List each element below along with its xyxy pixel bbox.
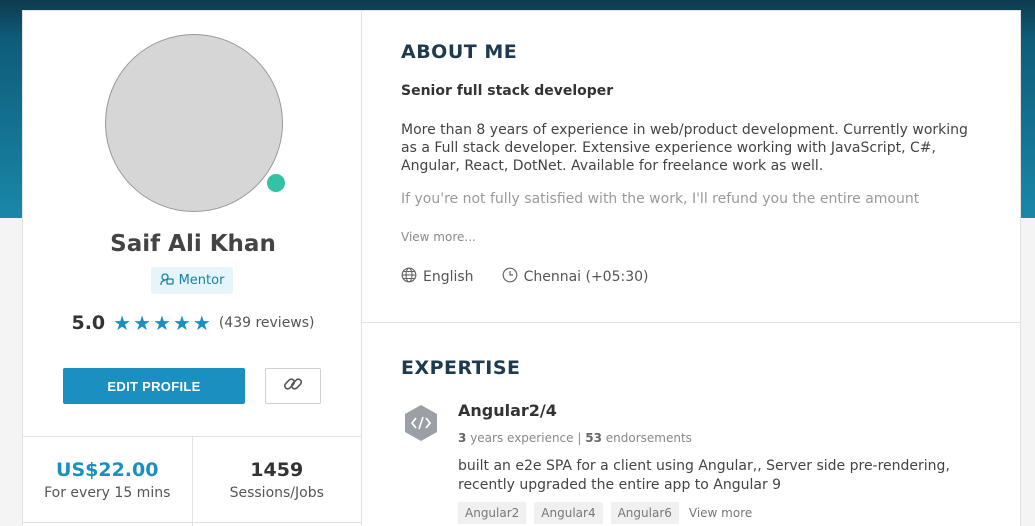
skill-description: built an e2e SPA for a client using Angu… (458, 458, 950, 493)
sessions-label: Sessions/Jobs (229, 485, 324, 501)
skill-tag[interactable]: Angular6 (610, 502, 679, 524)
view-more-link[interactable]: View more... (401, 230, 476, 244)
online-status-indicator (267, 174, 285, 192)
about-meta: English Chennai (+05:30) (401, 267, 649, 287)
avatar[interactable] (105, 34, 283, 212)
sessions-value: 1459 (250, 459, 304, 481)
price-stat: US$22.00 For every 15 mins (23, 437, 192, 526)
star-icon: ★ (192, 311, 211, 335)
star-rating: ★ ★ ★ ★ ★ (113, 313, 211, 333)
edit-profile-button[interactable]: EDIT PROFILE (63, 368, 245, 404)
star-icon: ★ (113, 311, 132, 335)
skill-endorsements: 53 (585, 431, 602, 445)
mentor-badge-label: Mentor (178, 273, 225, 288)
tags-view-more-link[interactable]: View more (687, 506, 752, 520)
expertise-title: EXPERTISE (401, 357, 521, 379)
star-icon: ★ (153, 311, 171, 335)
about-bio-truncated: If you're not fully satisfied with the w… (401, 191, 920, 207)
mentor-badge: Mentor (151, 267, 233, 294)
price-label: For every 15 mins (44, 485, 171, 501)
profile-card: Saif Ali Khan Mentor 5.0 ★ ★ ★ ★ ★ (439 … (22, 10, 362, 526)
divider (23, 522, 361, 523)
skill-name: Angular2/4 (458, 401, 557, 420)
star-icon: ★ (172, 311, 191, 335)
skill-tag[interactable]: Angular4 (534, 502, 603, 524)
about-bio: More than 8 years of experience in web/p… (401, 122, 968, 174)
clock-icon (502, 267, 518, 287)
rating-row: 5.0 ★ ★ ★ ★ ★ (439 reviews) (23, 311, 363, 335)
share-link-button[interactable] (265, 368, 321, 404)
stats-row: US$22.00 For every 15 mins 1459 Sessions… (23, 436, 361, 526)
profile-name: Saif Ali Khan (110, 231, 276, 257)
skill-meta: 3 years experience | 53 endorsements (458, 431, 692, 445)
code-icon (404, 404, 438, 442)
section-divider (362, 322, 1021, 323)
globe-icon (401, 267, 417, 287)
skill-endorsements-label: endorsements (605, 431, 692, 445)
language-label: English (423, 269, 474, 285)
location-label: Chennai (+05:30) (523, 269, 649, 285)
star-icon: ★ (133, 311, 152, 335)
skill-tags: Angular2 Angular4 Angular6 View more (458, 502, 752, 524)
about-title: ABOUT ME (401, 41, 518, 63)
reviews-count[interactable]: (439 reviews) (219, 315, 315, 331)
link-icon (282, 373, 304, 399)
skill-years: 3 (458, 431, 467, 445)
price-value: US$22.00 (56, 459, 159, 481)
sessions-stat: 1459 Sessions/Jobs (191, 437, 362, 526)
skill-years-label: years experience (470, 431, 574, 445)
details-card: ABOUT ME Senior full stack developer Mor… (362, 10, 1021, 526)
rating-score: 5.0 (71, 312, 106, 334)
mentor-icon (159, 272, 174, 290)
about-headline: Senior full stack developer (401, 83, 614, 99)
skill-tag[interactable]: Angular2 (458, 502, 527, 524)
